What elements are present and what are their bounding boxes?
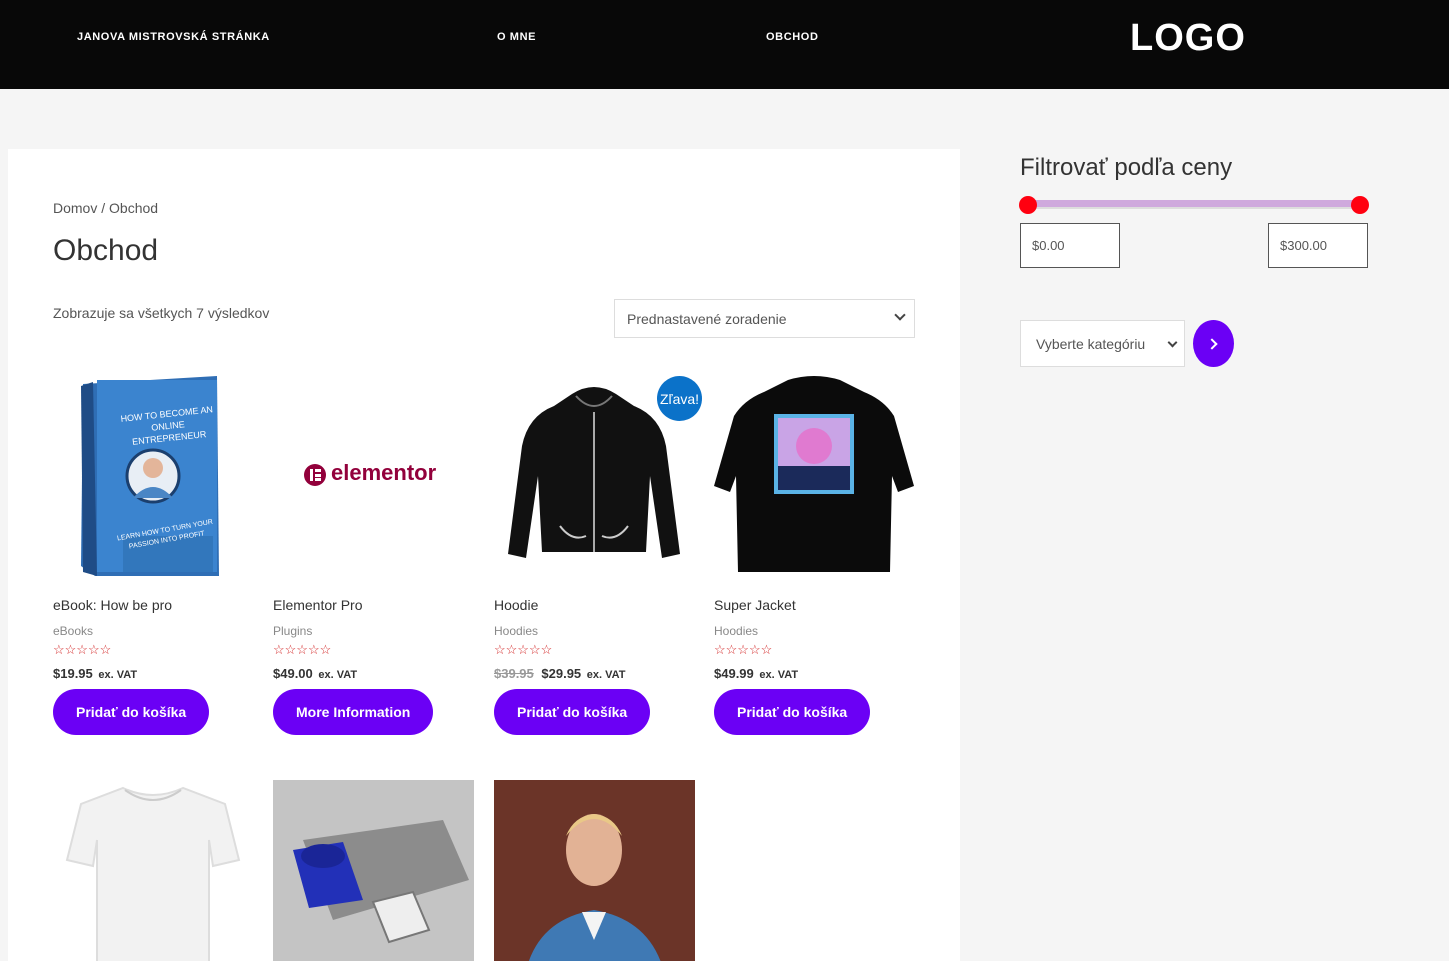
logo[interactable]: LOGO (1130, 17, 1246, 59)
star-rating-icon: ☆☆☆☆☆ (494, 642, 553, 657)
price-slider-track[interactable] (1028, 200, 1360, 209)
vat-label: ex. VAT (318, 669, 358, 681)
nav-item-o-mne[interactable]: O MNE (497, 31, 536, 43)
page-title: Obchod (53, 234, 159, 267)
vat-label: ex. VAT (98, 669, 138, 681)
max-price-input[interactable]: $300.00 (1268, 223, 1368, 268)
add-to-cart-button[interactable]: Pridať do košíka (494, 689, 651, 735)
price-slider-min-handle[interactable] (1019, 196, 1037, 214)
chevron-down-icon (1167, 337, 1178, 348)
product-image-tshirt[interactable] (53, 780, 254, 961)
price-slider-max-handle[interactable] (1351, 196, 1369, 214)
min-price-input[interactable]: $0.00 (1020, 223, 1120, 268)
site-title-link[interactable]: JANOVA MISTROVSKÁ STRÁNKA (77, 31, 270, 43)
product-image-super-jacket[interactable] (714, 376, 915, 576)
add-to-cart-button[interactable]: Pridať do košíka (714, 689, 871, 735)
ordering-select-value: Prednastavené zoradenie (627, 310, 787, 327)
star-rating-icon: ☆☆☆☆☆ (714, 642, 773, 657)
product-category[interactable]: Plugins (273, 624, 312, 638)
product-category[interactable]: Hoodies (714, 624, 758, 638)
ordering-select[interactable]: Prednastavené zoradenie (614, 299, 915, 338)
old-price-value: $39.95 (494, 666, 534, 681)
category-select[interactable]: Vyberte kategóriu (1020, 320, 1185, 367)
category-select-value: Vyberte kategóriu (1036, 335, 1146, 352)
price-value: $49.99 (714, 666, 754, 681)
price-value: $19.95 (53, 666, 93, 681)
price-value: $29.95 (541, 666, 582, 681)
vat-label: ex. VAT (586, 669, 626, 681)
elementor-logo-text: elementor (331, 460, 437, 485)
product-name[interactable]: eBook: How be pro (53, 597, 172, 613)
product-image-usb-drive[interactable] (273, 780, 474, 961)
star-rating-icon: ☆☆☆☆☆ (273, 642, 332, 657)
product-name[interactable]: Super Jacket (714, 597, 796, 613)
product-name[interactable]: Elementor Pro (273, 597, 362, 613)
product-category[interactable]: eBooks (53, 624, 93, 638)
category-submit-button[interactable] (1193, 320, 1234, 367)
product-name[interactable]: Hoodie (494, 597, 538, 613)
product-image-elementor[interactable]: elementor (273, 376, 474, 576)
vat-label: ex. VAT (759, 669, 799, 681)
site-header: JANOVA MISTROVSKÁ STRÁNKA O MNE OBCHOD L… (0, 0, 1449, 89)
add-to-cart-button[interactable]: Pridať do košíka (53, 689, 210, 735)
product-image-portrait[interactable] (494, 780, 695, 961)
product-image-ebook[interactable]: HOW TO BECOME AN ONLINE ENTREPRENEUR LEA… (53, 376, 254, 576)
product-price: $19.95 ex. VAT (53, 666, 137, 681)
result-count: Zobrazuje sa všetkych 7 výsledkov (53, 305, 270, 321)
sale-badge: Zľava! (657, 376, 702, 421)
elementor-logo-icon (304, 464, 326, 486)
chevron-down-icon (894, 309, 906, 321)
filter-by-price-title: Filtrovať podľa ceny (1020, 154, 1233, 181)
chevron-right-icon (1206, 337, 1218, 350)
price-value: $49.00 (273, 666, 313, 681)
product-price: $39.95 $29.95 ex. VAT (494, 666, 626, 681)
product-price: $49.00 ex. VAT (273, 666, 357, 681)
product-price: $49.99 ex. VAT (714, 666, 798, 681)
breadcrumb: Domov / Obchod (53, 200, 159, 216)
nav-item-obchod[interactable]: OBCHOD (766, 31, 819, 43)
product-category[interactable]: Hoodies (494, 624, 538, 638)
more-information-button[interactable]: More Information (273, 689, 434, 735)
star-rating-icon: ☆☆☆☆☆ (53, 642, 112, 657)
shop-content: Domov / Obchod Obchod Zobrazuje sa všetk… (8, 149, 960, 961)
